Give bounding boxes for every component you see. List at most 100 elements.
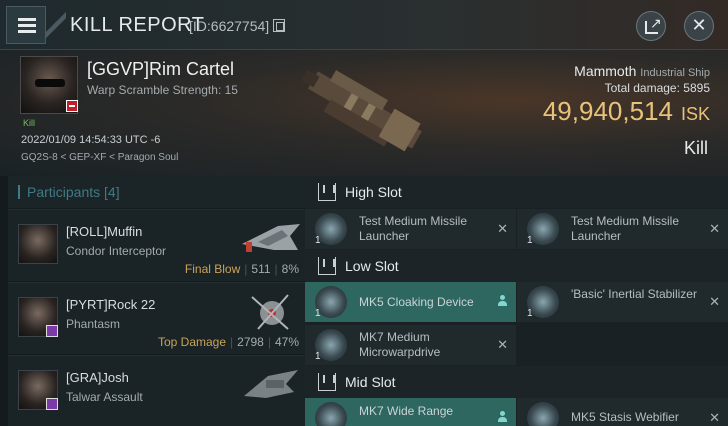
- module-name: MK5 Cloaking Device: [359, 295, 474, 309]
- participant-damage: 511: [251, 262, 271, 276]
- copy-icon[interactable]: [273, 19, 285, 32]
- hamburger-icon: [18, 18, 36, 21]
- module-name: Test Medium Missile Launcher: [359, 214, 468, 243]
- kill-timestamp: 2022/01/09 14:54:33 UTC -6: [21, 134, 161, 146]
- stat-separator: |: [267, 335, 271, 349]
- slot-label: High Slot: [345, 184, 402, 200]
- participant-ship-image: [251, 294, 289, 330]
- menu-button[interactable]: [6, 6, 46, 44]
- high-slot-header: High Slot: [305, 176, 728, 208]
- page-title: KILL REPORT: [70, 14, 205, 36]
- participant-name: [GRA]Josh: [66, 370, 129, 385]
- fitting-panel: High Slot 1 Test Medium Missile Launcher…: [305, 176, 728, 426]
- module-item[interactable]: 1 'Basic' Inertial Stabilizer ✕: [517, 282, 728, 322]
- dropped-person-icon: [498, 295, 507, 306]
- stat-separator: |: [230, 335, 234, 349]
- module-name: 'Basic' Inertial Stabilizer: [571, 287, 697, 301]
- isk-value: 49,940,514 ISK: [543, 96, 710, 127]
- ship-name[interactable]: Mammoth Industrial Ship: [574, 63, 710, 79]
- participant-ship: Talwar Assault: [66, 390, 143, 404]
- module-qty: 1: [527, 235, 533, 246]
- participants-panel: Participants [4] [ROLL]Muffin Condor Int…: [0, 176, 305, 426]
- portrait-detail: [35, 79, 65, 87]
- stat-separator: |: [274, 262, 278, 276]
- slot-icon: [318, 257, 336, 275]
- participant-row[interactable]: [PYRT]Rock 22 Phantasm Top Damage | 2798 | 4…: [8, 282, 305, 354]
- corp-badge-icon: [46, 398, 58, 410]
- victim-name[interactable]: [GGVP]Rim Cartel: [87, 59, 234, 80]
- module-qty: 1: [527, 308, 533, 319]
- avatar: [18, 370, 58, 410]
- module-qty: 1: [315, 308, 321, 319]
- total-damage-value: 5895: [683, 81, 710, 95]
- participant-percent: 47%: [274, 335, 299, 349]
- victim-ship-image: [301, 69, 422, 152]
- module-item[interactable]: 1 Test Medium Missile Launcher ✕: [517, 209, 728, 249]
- participants-label: Participants [4]: [27, 184, 120, 200]
- participant-stats: Final Blow | 511 | 8%: [185, 262, 299, 276]
- participant-tag: Final Blow: [184, 262, 241, 276]
- participant-name: [PYRT]Rock 22: [66, 297, 156, 312]
- corp-badge-icon: [46, 325, 58, 337]
- slot-label: Low Slot: [345, 258, 399, 274]
- module-qty: 1: [315, 235, 321, 246]
- participant-ship: Phantasm: [66, 317, 121, 331]
- participant-row[interactable]: [GRA]Josh Talwar Assault: [8, 355, 305, 426]
- participants-header[interactable]: Participants [4]: [8, 176, 305, 208]
- hamburger-icon-line: [18, 24, 36, 27]
- kill-tag: Kill: [23, 118, 36, 128]
- ship-name-text: Mammoth: [574, 63, 637, 79]
- total-damage-label: Total damage:: [604, 81, 680, 95]
- total-damage: Total damage: 5895: [605, 81, 710, 95]
- module-item[interactable]: 1 MK7 Medium Microwarpdrive ✕: [305, 325, 516, 365]
- participant-damage: 2798: [237, 335, 264, 349]
- destroyed-x-icon: ✕: [709, 221, 720, 236]
- participant-tag: Top Damage: [157, 335, 227, 349]
- slot-label: Mid Slot: [345, 374, 396, 390]
- module-icon: [527, 402, 559, 426]
- participant-ship-image: [242, 224, 300, 252]
- destroyed-x-icon: ✕: [497, 337, 508, 352]
- kill-result: Kill: [683, 138, 708, 158]
- victim-status-badge: [66, 100, 78, 112]
- module-item[interactable]: MK5 Stasis Webifier ✕: [517, 398, 728, 426]
- participant-ship-image: [244, 370, 298, 398]
- isk-amount: 49,940,514: [542, 96, 673, 126]
- module-item[interactable]: MK7 Wide Range: [305, 398, 516, 426]
- module-name: MK7 Wide Range: [359, 404, 454, 418]
- module-name: MK7 Medium Microwarpdrive: [359, 330, 441, 359]
- destroyed-x-icon: ✕: [709, 410, 720, 425]
- avatar: [18, 297, 58, 337]
- participant-stats: Top Damage | 2798 | 47%: [158, 335, 299, 349]
- header-divider: [46, 0, 66, 50]
- victim-subtitle: Warp Scramble Strength: 15: [87, 83, 238, 97]
- module-item[interactable]: 1 MK5 Cloaking Device: [305, 282, 516, 322]
- close-button[interactable]: ✕: [684, 11, 714, 41]
- slot-icon: [318, 183, 336, 201]
- participant-percent: 8%: [281, 262, 299, 276]
- low-slot-header: Low Slot: [305, 250, 728, 282]
- participant-ship: Condor Interceptor: [66, 244, 167, 258]
- module-name: MK5 Stasis Webifier: [571, 410, 679, 424]
- stat-separator: |: [244, 262, 248, 276]
- participant-row[interactable]: [ROLL]Muffin Condor Interceptor Final Bl…: [8, 209, 305, 281]
- header-bar: KILL REPORT [ID:6627754] ✕: [0, 0, 728, 50]
- dropped-person-icon: [498, 411, 507, 422]
- participant-name: [ROLL]Muffin: [66, 224, 143, 239]
- kill-id: [ID:6627754]: [189, 18, 270, 34]
- module-qty: 1: [315, 351, 321, 362]
- isk-unit: ISK: [680, 104, 710, 124]
- module-icon: [315, 402, 347, 426]
- module-item[interactable]: 1 Test Medium Missile Launcher ✕: [305, 209, 516, 249]
- destroyed-x-icon: ✕: [497, 221, 508, 236]
- hamburger-icon-line: [18, 30, 36, 33]
- ship-type: Industrial Ship: [640, 67, 710, 79]
- participants-accent: [18, 185, 20, 199]
- mid-slot-header: Mid Slot: [305, 366, 728, 398]
- destroyed-x-icon: ✕: [709, 294, 720, 309]
- module-name: Test Medium Missile Launcher: [571, 214, 680, 243]
- slot-icon: [318, 373, 336, 391]
- kill-location[interactable]: GQ2S-8 < GEP-XF < Paragon Soul: [21, 152, 178, 163]
- share-button[interactable]: [636, 11, 666, 41]
- avatar: [18, 224, 58, 264]
